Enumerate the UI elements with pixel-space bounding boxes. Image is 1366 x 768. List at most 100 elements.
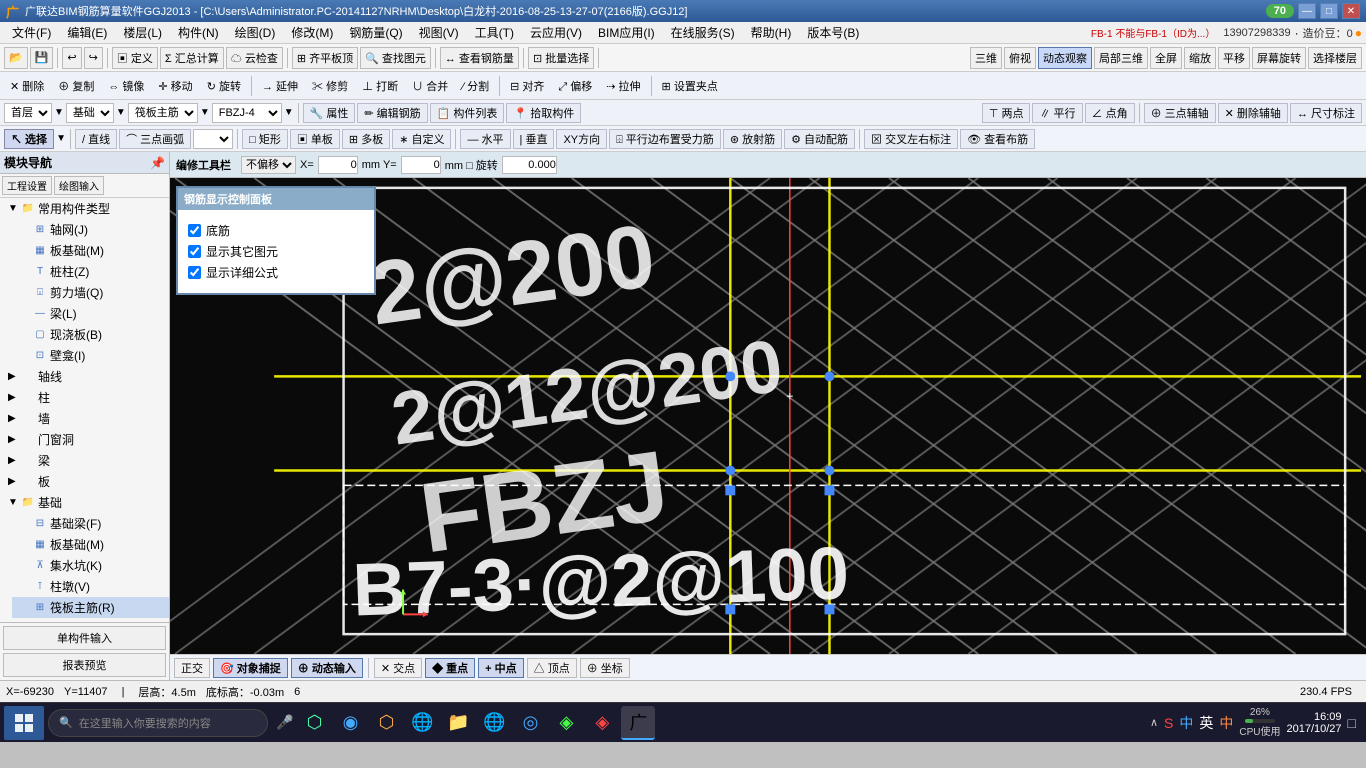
draw-custom-btn[interactable]: ∗ 自定义	[392, 129, 451, 149]
sub-parallel-btn[interactable]: ∥ 平行	[1032, 103, 1082, 123]
snap-object[interactable]: 🎯 对象捕捉	[213, 658, 288, 678]
tree-castslab[interactable]: ▢现浇板(B)	[12, 324, 169, 345]
menu-component[interactable]: 构件(N)	[170, 22, 227, 43]
taskbar-search[interactable]: 🔍 在这里输入你要搜索的内容	[48, 709, 268, 737]
tb-sum[interactable]: Σ 汇总计算	[160, 47, 224, 69]
rebar-check-show-formula[interactable]: 显示详细公式	[188, 264, 364, 281]
taskbar-icon-1[interactable]: ⬡	[297, 706, 331, 740]
sub-two-point-btn[interactable]: ⊤ 两点	[982, 103, 1031, 123]
sidebar-tool-1[interactable]: 工程设置	[2, 176, 52, 195]
draw-horiz-btn[interactable]: — 水平	[460, 129, 510, 149]
code-select[interactable]: FBZJ-4	[212, 103, 282, 123]
tree-common-types[interactable]: ▼ 📁 常用构件类型	[0, 198, 169, 219]
snap-center[interactable]: + 中点	[478, 658, 523, 678]
tree-pile-column[interactable]: T桩柱(Z)	[12, 261, 169, 282]
sidebar-tool-2[interactable]: 绘图输入	[54, 176, 104, 195]
tray-cn-icon[interactable]: 中	[1179, 713, 1193, 733]
canvas-area[interactable]: 2@200 2@12@200 B7-3·@2@100 FBZJ	[170, 178, 1366, 654]
tb-zoom[interactable]: 缩放	[1184, 47, 1216, 69]
tree-foundation[interactable]: ▼ 📁 基础	[0, 492, 169, 513]
taskbar-icon-8[interactable]: ◈	[549, 706, 583, 740]
tree-found-slab[interactable]: ▦板基础(M)	[12, 534, 169, 555]
menu-bim[interactable]: BIM应用(I)	[590, 22, 663, 43]
layer-merge-btn[interactable]: ∪ 合并	[406, 78, 454, 94]
tree-axisnet[interactable]: ⊞轴网(J)	[12, 219, 169, 240]
tb-pan[interactable]: 平移	[1218, 47, 1250, 69]
draw-single-btn[interactable]: ▣ 单板	[290, 129, 340, 149]
report-preview-btn[interactable]: 报表预览	[3, 653, 166, 677]
taskbar-icon-5[interactable]: 📁	[441, 706, 475, 740]
snap-dynamic[interactable]: ⊕ 动态输入	[291, 658, 363, 678]
offset-mode-select[interactable]: 不偏移	[241, 156, 296, 174]
tray-time[interactable]: 16:09 2017/10/27	[1286, 711, 1341, 735]
menu-edit[interactable]: 编辑(E)	[59, 22, 115, 43]
bottom-rebar-checkbox[interactable]	[188, 224, 201, 237]
tree-raft-main[interactable]: ⊞筏板主筋(R)	[12, 597, 169, 618]
snap-ortho[interactable]: 正交	[174, 658, 210, 678]
tray-notification-icon[interactable]: □	[1348, 715, 1356, 731]
taskbar-icon-3[interactable]: ⬡	[369, 706, 403, 740]
tree-niche[interactable]: ⊡壁龛(I)	[12, 345, 169, 366]
tree-sump[interactable]: ⊼集水坑(K)	[12, 555, 169, 576]
menu-file[interactable]: 文件(F)	[4, 22, 59, 43]
draw-parallel-edge-btn[interactable]: ⌹ 平行边布置受力筋	[609, 129, 721, 149]
tb-top-view[interactable]: 俯视	[1004, 47, 1036, 69]
layer-rotate-btn[interactable]: ↻ 旋转	[201, 78, 247, 94]
minimize-button[interactable]: —	[1298, 3, 1316, 19]
tb-batch-select[interactable]: ⊡ 批量选择	[528, 47, 594, 69]
menu-modify[interactable]: 修改(M)	[283, 22, 341, 43]
maximize-button[interactable]: □	[1320, 3, 1338, 19]
layer-align-btn[interactable]: ⊟ 对齐	[504, 78, 550, 94]
layer-offset-btn[interactable]: ⤢ 偏移	[552, 78, 598, 94]
sub-pickup-btn[interactable]: 📍 拾取构件	[506, 103, 581, 123]
tb-cloud-check[interactable]: ☁ 云检查	[226, 47, 283, 69]
draw-cross-lr-btn[interactable]: ⊠ 交叉左右标注	[864, 129, 958, 149]
draw-arc-btn[interactable]: ⌒ 三点画弧	[119, 129, 191, 149]
y-input[interactable]	[401, 156, 441, 174]
tray-up-icon[interactable]: ∧	[1150, 716, 1158, 729]
sidebar-pin-icon[interactable]: 📌	[150, 156, 165, 170]
menu-version[interactable]: 版本号(B)	[799, 22, 867, 43]
tree-column-pier[interactable]: ⊺柱墩(V)	[12, 576, 169, 597]
snap-intersect[interactable]: ✕ 交点	[374, 658, 422, 678]
sub-angle-btn[interactable]: ∠ 点角	[1085, 103, 1135, 123]
layer-trim-btn[interactable]: ✂ 修剪	[306, 78, 354, 94]
close-button[interactable]: ✕	[1342, 3, 1360, 19]
tree-doorwindow[interactable]: ▶门窗洞	[0, 429, 169, 450]
draw-xy-btn[interactable]: XY方向	[556, 129, 607, 149]
tb-fullscreen[interactable]: 全屏	[1150, 47, 1182, 69]
tray-cn2-icon[interactable]: 中	[1219, 713, 1233, 733]
layer-pull-btn[interactable]: ⇢ 拉伸	[600, 78, 646, 94]
menu-floor[interactable]: 楼层(L)	[115, 22, 170, 43]
tree-axis[interactable]: ▶轴线	[0, 366, 169, 387]
tree-shearwall[interactable]: ⌻剪力墙(Q)	[12, 282, 169, 303]
layer-mirror-btn[interactable]: ⇔ 镜像	[102, 78, 150, 94]
taskbar-icon-6[interactable]: 🌐	[477, 706, 511, 740]
draw-arc-select[interactable]	[193, 129, 233, 149]
snap-vertex[interactable]: △ 顶点	[527, 658, 577, 678]
tb-view-rebar[interactable]: ↔ 查看钢筋量	[440, 47, 519, 69]
sub-3axis-btn[interactable]: ⊕ 三点辅轴	[1144, 103, 1216, 123]
menu-cloud[interactable]: 云应用(V)	[522, 22, 590, 43]
tree-wall[interactable]: ▶墙	[0, 408, 169, 429]
layer-copy-btn[interactable]: ⊕ 复制	[52, 78, 100, 94]
rebar-check-bottom[interactable]: 底筋	[188, 222, 364, 239]
menu-rebar-qty[interactable]: 钢筋量(Q)	[341, 22, 410, 43]
tree-slab-foundation[interactable]: ▦板基础(M)	[12, 240, 169, 261]
taskbar-icon-7[interactable]: ◎	[513, 706, 547, 740]
tb-find[interactable]: 🔍 查找图元	[360, 47, 431, 69]
tray-s-icon[interactable]: S	[1164, 715, 1173, 731]
tb-open[interactable]: 📂	[4, 47, 28, 69]
tree-beam2[interactable]: ▶梁	[0, 450, 169, 471]
tree-slab[interactable]: ▶板	[0, 471, 169, 492]
draw-vert-btn[interactable]: | 垂直	[513, 129, 555, 149]
draw-view-rebar-btn[interactable]: 👁 查看布筋	[960, 129, 1035, 149]
taskbar-icon-9[interactable]: ◈	[585, 706, 619, 740]
tb-save[interactable]: 💾	[30, 47, 54, 69]
sub-dim-btn[interactable]: ↔ 尺寸标注	[1290, 103, 1362, 123]
show-formula-checkbox[interactable]	[188, 266, 201, 279]
menu-draw[interactable]: 绘图(D)	[227, 22, 284, 43]
draw-auto-btn[interactable]: ⚙ 自动配筋	[784, 129, 855, 149]
tree-column[interactable]: ▶柱	[0, 387, 169, 408]
tb-local-3d[interactable]: 局部三维	[1094, 47, 1148, 69]
